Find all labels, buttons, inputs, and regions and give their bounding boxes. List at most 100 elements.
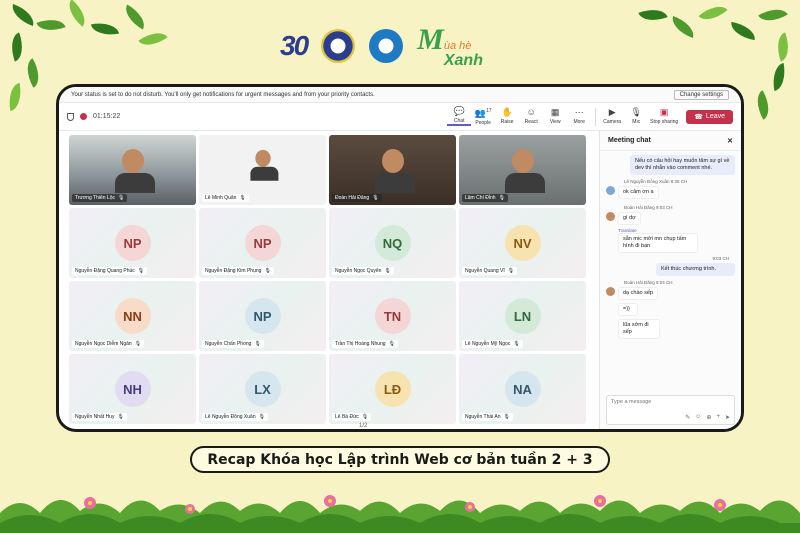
mic-muted-icon: 🎙 <box>388 341 395 347</box>
participant-tile[interactable]: Lâm Chí Đỉnh 🎙 <box>459 135 586 205</box>
mic-muted-icon: 🎙 <box>384 268 391 274</box>
share-screen-icon: ▣ <box>659 107 669 117</box>
chat-message: =)) <box>618 303 638 316</box>
mic-muted-icon: 🎙 <box>264 268 271 274</box>
more-button[interactable]: ⋯ More <box>567 107 591 126</box>
participant-tile[interactable]: NP Nguyễn Đặng Kim Phụng 🎙 <box>199 208 326 278</box>
chat-button[interactable]: 💬 Chat <box>447 107 472 126</box>
participant-name: Lê Bá Đức <box>335 414 359 420</box>
plus-icon[interactable]: + <box>716 414 720 421</box>
message-meta: Lê Nguyễn Đông Xuân 8:38 CH <box>624 179 688 184</box>
participant-tile[interactable]: NN Nguyễn Ngọc Diễm Ngân 🎙 <box>69 281 196 351</box>
close-icon[interactable]: ✕ <box>727 137 733 145</box>
phone-icon: ☎ <box>694 113 703 121</box>
mic-muted-icon: 🎙 <box>117 195 125 201</box>
participant-name: Nguyễn Thái An <box>465 414 501 420</box>
participant-name: Nguyễn Ngọc Diễm Ngân <box>75 341 132 347</box>
participant-name: Nguyễn Đặng Kim Phụng <box>205 268 262 274</box>
mic-button[interactable]: 🎙 Mic <box>624 107 648 126</box>
mic-muted-icon: 🎙 <box>507 268 515 274</box>
participant-name-tag: Lê Bá Đức 🎙 <box>332 413 372 421</box>
shield-icon <box>67 112 74 121</box>
participant-name: Trương Thiên Lộc <box>75 195 115 201</box>
chat-message: lũa sớm đi sếp <box>618 319 660 339</box>
participant-name-tag: Lê Nguyễn Đông Xuân 🎙 <box>202 413 268 421</box>
participant-name-tag: Lê Minh Quân 🎙 <box>202 194 249 202</box>
participant-video <box>114 149 155 195</box>
attach-icon[interactable]: ⊕ <box>706 414 711 421</box>
participant-tile[interactable]: NQ Nguyễn Ngọc Quyên 🎙 <box>329 208 456 278</box>
mic-off-icon: 🎙 <box>630 107 642 117</box>
participant-name: Lê Nguyễn Mỹ Ngọc <box>465 341 511 347</box>
sponsor-logos: 30 M ùa hè Xanh <box>280 23 520 69</box>
participant-video <box>504 149 545 195</box>
chat-messages: Nếu có câu hỏi hay muốn tâm sự gì về dev… <box>600 151 741 346</box>
mic-muted-icon: 🎙 <box>117 414 124 420</box>
participant-name-tag: Nguyễn Đặng Kim Phụng 🎙 <box>202 267 274 275</box>
chat-message: Kết thúc chương trình. <box>656 263 735 276</box>
participant-name: Nguyễn Đặng Quang Phúc <box>75 268 135 274</box>
mic-muted-icon: 🎙 <box>258 414 265 420</box>
participant-tile[interactable]: NP Nguyễn Đặng Quang Phúc 🎙 <box>69 208 196 278</box>
participant-name: Trần Thị Hoàng Nhung <box>335 341 386 347</box>
participant-name: Lê Nguyễn Đông Xuân <box>205 414 256 420</box>
mic-muted-icon: 🎙 <box>361 414 369 420</box>
mic-muted-icon: 🎙 <box>254 341 261 347</box>
participant-tile[interactable]: Lê Minh Quân 🎙 <box>199 135 326 205</box>
view-button[interactable]: ▦ View <box>543 107 567 126</box>
avatar <box>606 287 615 296</box>
status-notice-bar: Your status is set to do not disturb. Yo… <box>59 87 741 103</box>
react-button[interactable]: ☺ React <box>519 108 543 126</box>
participant-avatar: LĐ <box>374 371 411 407</box>
chat-message: sẵn mic mời mn chụp tấm hình đi bạn <box>618 233 698 253</box>
chat-message: Nếu có câu hỏi hay muốn tâm sự gì về dev… <box>630 155 735 175</box>
participant-name-tag: Lê Nguyễn Mỹ Ngọc 🎙 <box>462 340 523 348</box>
leave-button[interactable]: ☎ Leave <box>686 109 733 124</box>
avatar <box>606 186 615 195</box>
participant-name-tag: Đoàn Hải Đăng 🎙 <box>332 194 382 202</box>
format-icon[interactable]: ✎ <box>685 414 690 421</box>
emoji-icon[interactable]: ☺ <box>695 414 701 421</box>
participant-avatar: NP <box>244 298 281 334</box>
people-button[interactable]: 👥17 People <box>471 107 495 126</box>
mic-muted-icon: 🎙 <box>503 414 510 420</box>
participant-tile[interactable]: TN Trần Thị Hoàng Nhung 🎙 <box>329 281 456 351</box>
chat-compose-box[interactable]: Type a message ✎ ☺ ⊕ + ➤ <box>606 395 735 425</box>
participant-name-tag: Lâm Chí Đỉnh 🎙 <box>462 194 508 202</box>
compose-placeholder: Type a message <box>611 399 652 405</box>
camera-button[interactable]: ▶ Camera <box>600 108 624 126</box>
participant-name-tag: Nguyễn Ngọc Diễm Ngân 🎙 <box>72 340 145 348</box>
logo-university <box>321 29 356 63</box>
participant-tile[interactable]: LĐ Lê Bá Đức 🎙 <box>329 354 456 424</box>
participant-tile[interactable]: Trương Thiên Lộc 🎙 <box>69 135 196 205</box>
participant-avatar: NP <box>244 225 281 261</box>
participant-tile[interactable]: NP Nguyễn Chấn Phong 🎙 <box>199 281 326 351</box>
participant-tile[interactable]: NA Nguyễn Thái An 🎙 <box>459 354 586 424</box>
grid-icon: ▦ <box>550 107 560 117</box>
participant-name-tag: Trần Thị Hoàng Nhung 🎙 <box>332 340 398 348</box>
page-indicator: 1/2 <box>359 423 368 429</box>
raise-hand-button[interactable]: ✋ Raise <box>495 108 519 126</box>
logo-youth-union <box>369 29 404 63</box>
meeting-toolbar: 01:15:22 💬 Chat 👥17 People ✋ Raise ☺ React ▦… <box>59 103 741 131</box>
participant-tile[interactable]: LN Lê Nguyễn Mỹ Ngọc 🎙 <box>459 281 586 351</box>
participant-tile[interactable]: LX Lê Nguyễn Đông Xuân 🎙 <box>199 354 326 424</box>
participant-tile[interactable]: NV Nguyễn Quang Vĩ 🎙 <box>459 208 586 278</box>
mic-muted-icon: 🎙 <box>372 195 379 201</box>
participant-avatar: TN <box>374 298 411 334</box>
stop-sharing-button[interactable]: ▣ Stop sharing <box>648 107 680 126</box>
participant-name-tag: Nguyễn Đặng Quang Phúc 🎙 <box>72 267 148 275</box>
mic-muted-icon: 🎙 <box>134 341 142 347</box>
participant-tile[interactable]: NH Nguyễn Nhất Huy 🎙 <box>69 354 196 424</box>
participant-name-tag: Nguyễn Quang Vĩ 🎙 <box>462 267 518 275</box>
participant-avatar: NA <box>504 371 541 407</box>
participant-video <box>249 149 278 182</box>
message-meta: 9:03 CH <box>712 256 729 261</box>
participant-tile[interactable]: Đoàn Hải Đăng 🎙 <box>329 135 456 205</box>
more-icon: ⋯ <box>574 107 584 117</box>
change-settings-button[interactable]: Change settings <box>673 89 729 100</box>
participant-name-tag: Nguyễn Nhất Huy 🎙 <box>72 413 127 421</box>
participant-video <box>374 149 415 195</box>
send-icon[interactable]: ➤ <box>725 414 730 421</box>
participant-name: Nguyễn Quang Vĩ <box>465 268 505 274</box>
